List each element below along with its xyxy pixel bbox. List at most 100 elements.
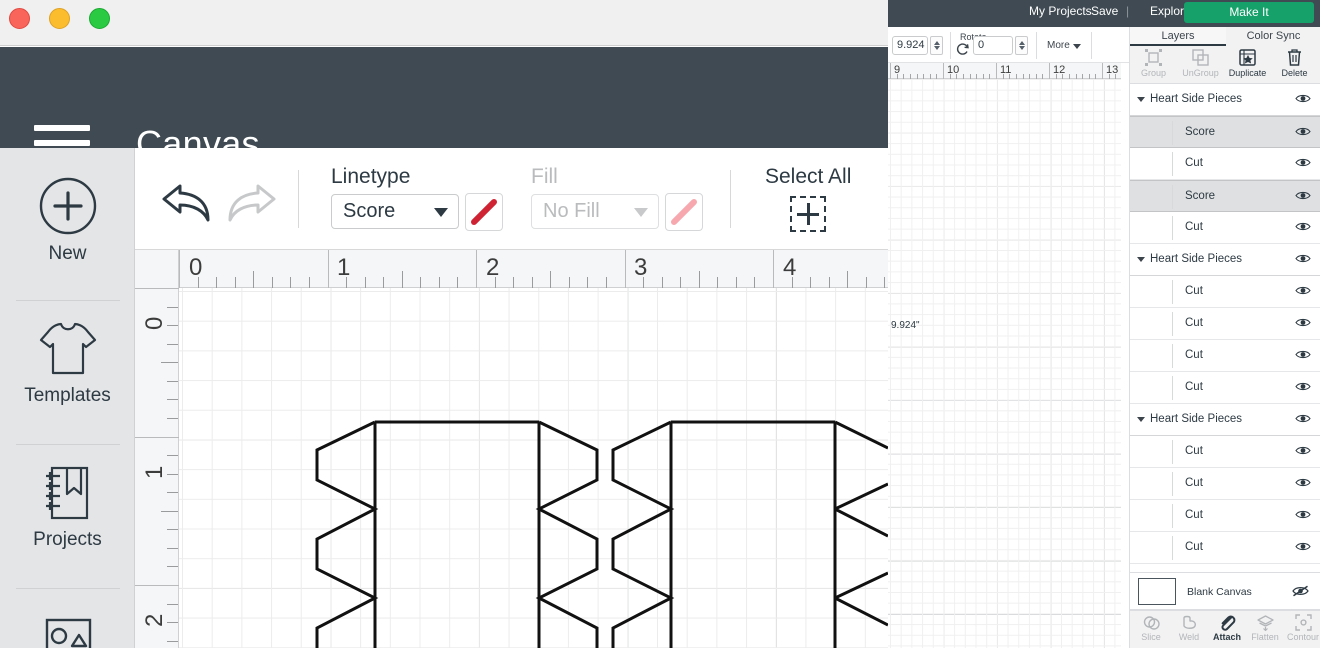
layer-row[interactable]: Cut (1130, 500, 1320, 532)
sidebar-item-templates[interactable]: Templates (0, 320, 135, 407)
layer-row[interactable]: Cut (1130, 308, 1320, 340)
layer-visibility-toggle[interactable] (1295, 381, 1311, 392)
eye-visible-icon[interactable] (1295, 285, 1311, 296)
eye-visible-icon[interactable] (1295, 126, 1311, 137)
layer-indent-line (1172, 472, 1173, 496)
layer-row[interactable]: Cut (1130, 372, 1320, 404)
ruler-tick (167, 566, 178, 568)
layer-name: Cut (1185, 541, 1203, 553)
layer-row[interactable]: Cut (1130, 436, 1320, 468)
weld-button[interactable]: Weld (1170, 614, 1208, 642)
more-menu[interactable]: More (1047, 40, 1070, 51)
eye-visible-icon[interactable] (1295, 317, 1311, 328)
layer-visibility-toggle[interactable] (1295, 93, 1311, 104)
layers-list[interactable]: Heart Side Pieces Score Cut Score Cut Heart S… (1130, 84, 1320, 603)
layer-row[interactable]: Score (1130, 180, 1320, 212)
sidebar-item-images[interactable] (0, 616, 135, 648)
layer-row[interactable]: Cut (1130, 212, 1320, 244)
tab-layers[interactable]: Layers (1130, 27, 1226, 46)
group-button[interactable]: Group (1130, 48, 1177, 78)
layer-visibility-toggle[interactable] (1295, 445, 1311, 456)
contour-button[interactable]: Contour (1284, 614, 1320, 642)
make-it-button[interactable]: Make It (1184, 2, 1314, 23)
layer-group-row[interactable]: Heart Side Pieces (1130, 404, 1320, 436)
layer-visibility-toggle[interactable] (1295, 541, 1311, 552)
sidebar-item-new[interactable]: New (0, 176, 135, 265)
eye-hidden-icon[interactable] (1292, 585, 1309, 597)
eye-visible-icon[interactable] (1295, 253, 1311, 264)
maximize-window-button[interactable] (89, 8, 110, 29)
select-all-button[interactable] (790, 196, 826, 232)
minimize-window-button[interactable] (49, 8, 70, 29)
eye-visible-icon[interactable] (1295, 221, 1311, 232)
tab-color-sync[interactable]: Color Sync (1226, 27, 1320, 46)
layer-row[interactable]: Cut (1130, 532, 1320, 564)
ruler-tick-label: 1 (141, 465, 168, 479)
size-stepper[interactable] (930, 36, 943, 55)
fill-color-swatch[interactable] (665, 193, 703, 231)
blank-canvas-swatch[interactable] (1138, 578, 1176, 605)
rotate-stepper[interactable] (1015, 36, 1028, 55)
mini-canvas-grid[interactable]: 9.924" (888, 79, 1121, 648)
redo-arrow-icon[interactable] (224, 180, 280, 224)
ruler-tick (791, 277, 793, 288)
caret-down-icon[interactable] (1137, 417, 1145, 422)
layer-visibility-toggle[interactable] (1295, 317, 1311, 328)
slice-button[interactable]: Slice (1132, 614, 1170, 642)
layer-group-row[interactable]: Heart Side Pieces (1130, 244, 1320, 276)
layer-row[interactable]: Cut (1130, 148, 1320, 180)
my-projects-link[interactable]: My Projects (1029, 4, 1092, 18)
caret-down-icon[interactable] (1137, 97, 1145, 102)
rotate-input[interactable]: 0 (973, 36, 1013, 55)
linetype-select[interactable]: Score (331, 194, 459, 229)
layer-visibility-toggle[interactable] (1295, 413, 1311, 424)
delete-button[interactable]: Delete (1271, 48, 1318, 78)
eye-visible-icon[interactable] (1295, 190, 1311, 201)
layer-row[interactable]: Score (1130, 116, 1320, 148)
eye-visible-icon[interactable] (1295, 349, 1311, 360)
layer-visibility-toggle[interactable] (1295, 157, 1311, 168)
chevron-down-icon (434, 208, 448, 217)
ungroup-button[interactable]: UnGroup (1177, 48, 1224, 78)
flatten-button[interactable]: Flatten (1246, 614, 1284, 642)
layer-visibility-toggle[interactable] (1295, 285, 1311, 296)
save-button[interactable]: Save (1091, 4, 1118, 18)
caret-down-icon[interactable] (1073, 44, 1081, 49)
blank-canvas-row[interactable]: Blank Canvas (1130, 572, 1320, 610)
rotate-cw-icon[interactable] (956, 43, 970, 57)
design-canvas[interactable]: 0 1 2 3 4 0 1 2 (135, 250, 888, 648)
eye-visible-icon[interactable] (1295, 93, 1311, 104)
layer-visibility-toggle[interactable] (1295, 477, 1311, 488)
caret-down-icon[interactable] (1137, 257, 1145, 262)
eye-visible-icon[interactable] (1295, 157, 1311, 168)
attach-paperclip-icon (1220, 615, 1235, 631)
layer-visibility-toggle[interactable] (1295, 253, 1311, 264)
eye-visible-icon[interactable] (1295, 509, 1311, 520)
ruler-tick (383, 277, 385, 288)
ruler-tick (167, 529, 178, 531)
layer-row[interactable]: Cut (1130, 276, 1320, 308)
eye-visible-icon[interactable] (1295, 381, 1311, 392)
layer-row[interactable]: Cut (1130, 468, 1320, 500)
layer-visibility-toggle[interactable] (1295, 221, 1311, 232)
layer-row[interactable]: Cut (1130, 340, 1320, 372)
duplicate-button[interactable]: Duplicate (1224, 48, 1271, 78)
layer-visibility-toggle[interactable] (1295, 349, 1311, 360)
canvas-grid[interactable] (179, 288, 888, 648)
layer-visibility-toggle[interactable] (1295, 509, 1311, 520)
close-window-button[interactable] (9, 8, 30, 29)
eye-visible-icon[interactable] (1295, 541, 1311, 552)
size-input[interactable]: 9.924 (892, 36, 928, 55)
heart-box-side-pieces-shape[interactable] (179, 288, 888, 648)
fill-select[interactable]: No Fill (531, 194, 659, 229)
sidebar-item-projects[interactable]: Projects (0, 464, 135, 551)
layer-group-row[interactable]: Heart Side Pieces (1130, 84, 1320, 116)
undo-arrow-icon[interactable] (158, 180, 214, 224)
eye-visible-icon[interactable] (1295, 477, 1311, 488)
eye-visible-icon[interactable] (1295, 445, 1311, 456)
eye-visible-icon[interactable] (1295, 413, 1311, 424)
attach-button[interactable]: Attach (1208, 614, 1246, 642)
layer-visibility-toggle[interactable] (1295, 126, 1311, 137)
layer-visibility-toggle[interactable] (1295, 190, 1311, 201)
linetype-color-swatch[interactable] (465, 193, 503, 231)
